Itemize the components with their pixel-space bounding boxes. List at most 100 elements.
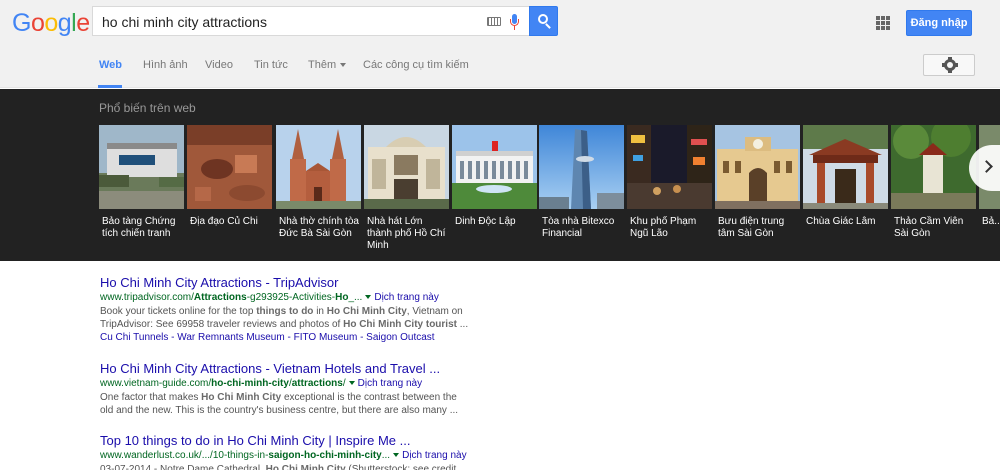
snippet-part: in bbox=[313, 306, 327, 317]
url-part: ... bbox=[381, 450, 391, 461]
snippet-part: One factor that makes bbox=[100, 392, 202, 403]
snippet-part: things to do bbox=[256, 306, 314, 317]
card-label: Chùa Giác Lâm bbox=[806, 216, 876, 227]
tab-video[interactable]: Video bbox=[205, 59, 233, 71]
settings-button[interactable] bbox=[923, 54, 975, 76]
logo-letter: g bbox=[57, 9, 72, 37]
carousel-card[interactable]: Địa đạo Củ Chi bbox=[187, 125, 272, 261]
tab-web[interactable]: Web bbox=[99, 59, 122, 71]
mic-icon[interactable] bbox=[510, 14, 519, 30]
snippet-part: Book your tickets online for the top bbox=[100, 306, 257, 317]
card-image bbox=[364, 125, 449, 209]
search-input[interactable]: ho chi minh city attractions bbox=[92, 6, 529, 36]
snippet-part: Ho Chi Minh City bbox=[201, 392, 282, 403]
result-url: www.wanderlust.co.uk/.../10-things-in-sa… bbox=[100, 449, 480, 463]
popular-carousel: Phổ biến trên web Bảo tàng Chứng tích ch… bbox=[0, 89, 1000, 261]
sign-in-button[interactable]: Đăng nhập bbox=[906, 10, 972, 36]
result-menu-arrow-icon[interactable] bbox=[393, 452, 400, 457]
card-label: Tòa nhà Bitexco Financial bbox=[542, 216, 615, 239]
url-part: / bbox=[342, 378, 346, 389]
logo-letter: o bbox=[30, 9, 45, 37]
card-label: Thảo Cầm Viên Sài Gòn bbox=[894, 216, 964, 239]
url-bold: Attractions bbox=[193, 292, 247, 303]
card-image bbox=[276, 125, 361, 209]
url-part: www.wanderlust.co.uk/.../10-things-in- bbox=[100, 450, 269, 461]
result-url: www.tripadvisor.com/Attractions-g293925-… bbox=[100, 291, 480, 305]
carousel-card[interactable]: Chùa Giác Lâm bbox=[803, 125, 888, 261]
card-label: Bưu điện trung tâm Sài Gòn bbox=[718, 216, 785, 239]
result-snippet: Book your tickets online for the top thi… bbox=[100, 305, 470, 331]
carousel-card[interactable]: Bưu điện trung tâm Sài Gòn bbox=[715, 125, 800, 261]
url-bold: ho-chi-minh-city bbox=[211, 378, 289, 389]
carousel-card[interactable]: Nhà thờ chính tòa Đức Bà Sài Gòn bbox=[276, 125, 361, 261]
card-label: Dinh Độc Lập bbox=[455, 216, 516, 227]
url-bold: attractions bbox=[291, 378, 343, 389]
card-image bbox=[539, 125, 624, 209]
url-part: -g293925-Activities- bbox=[246, 292, 336, 303]
gear-icon bbox=[942, 57, 958, 73]
url-part: www.vietnam-guide.com/ bbox=[100, 378, 212, 389]
card-image bbox=[187, 125, 272, 209]
translate-link[interactable]: Dịch trang này bbox=[358, 378, 422, 389]
carousel-card[interactable]: Bảo tàng Chứng tích chiến tranh bbox=[99, 125, 184, 261]
tab-news[interactable]: Tin tức bbox=[254, 59, 288, 71]
keyboard-icon[interactable] bbox=[487, 17, 501, 26]
card-label: Bảo tàng Chứng tích chiến tranh bbox=[102, 216, 176, 239]
google-logo[interactable]: Google bbox=[12, 9, 90, 38]
translate-link[interactable]: Dịch trang này bbox=[374, 292, 438, 303]
carousel-title: Phổ biến trên web bbox=[99, 101, 196, 115]
snippet-part: Ho Chi Minh City tourist bbox=[343, 319, 457, 330]
result-menu-arrow-icon[interactable] bbox=[348, 380, 355, 385]
card-label: Nhà thờ chính tòa Đức Bà Sài Gòn bbox=[279, 216, 359, 239]
translate-link[interactable]: Dịch trang này bbox=[402, 450, 466, 461]
carousel-card[interactable]: Tòa nhà Bitexco Financial bbox=[539, 125, 624, 261]
caret-down-icon bbox=[340, 63, 347, 68]
tab-more-label: Thêm bbox=[308, 59, 337, 71]
result-url: www.vietnam-guide.com/ho-chi-minh-city /a… bbox=[100, 377, 480, 391]
url-bold: saigon-ho-chi-minh-city bbox=[268, 450, 382, 461]
search-result: Ho Chi Minh City Attractions - TripAdvis… bbox=[100, 275, 480, 345]
top-bar: Google ho chi minh city attractions Đăng… bbox=[0, 0, 1000, 88]
carousel-card[interactable]: Thảo Cầm Viên Sài Gòn bbox=[891, 125, 976, 261]
card-image bbox=[891, 125, 976, 209]
card-image bbox=[627, 125, 712, 209]
snippet-part: Ho Chi Minh City bbox=[326, 306, 407, 317]
chevron-right-icon bbox=[980, 160, 993, 173]
search-result: Top 10 things to do in Ho Chi Minh City … bbox=[100, 433, 480, 470]
url-part: www.tripadvisor.com/ bbox=[100, 292, 194, 303]
tab-images[interactable]: Hình ảnh bbox=[143, 59, 188, 71]
card-image bbox=[99, 125, 184, 209]
carousel-card[interactable]: Khu phố Phạm Ngũ Lão bbox=[627, 125, 712, 261]
result-menu-arrow-icon[interactable] bbox=[365, 294, 372, 299]
card-label: Khu phố Phạm Ngũ Lão bbox=[630, 216, 697, 239]
snippet-part: Ho Chi Minh City bbox=[265, 464, 346, 470]
search-tabs: Web Hình ảnh Video Tin tức Thêm Các công… bbox=[0, 48, 1000, 88]
result-snippet: One factor that makes Ho Chi Minh City e… bbox=[100, 391, 470, 417]
search-button[interactable] bbox=[529, 6, 558, 36]
card-label: Nhà hát Lớn thành phố Hồ Chí Minh bbox=[367, 216, 446, 251]
snippet-part: 03-07-2014 - Notre Dame Cathedral, bbox=[100, 464, 266, 470]
card-image bbox=[803, 125, 888, 209]
logo-letter: e bbox=[76, 9, 90, 37]
result-sitelinks[interactable]: Cu Chi Tunnels - War Remnants Museum - F… bbox=[100, 331, 480, 345]
active-tab-indicator bbox=[98, 85, 122, 88]
logo-letter: o bbox=[44, 9, 58, 37]
url-bold: Ho bbox=[335, 292, 349, 303]
carousel-card[interactable]: Dinh Độc Lập bbox=[452, 125, 537, 261]
card-image bbox=[452, 125, 537, 209]
tab-more[interactable]: Thêm bbox=[308, 59, 347, 71]
card-label: Bả... bbox=[982, 216, 1000, 227]
search-query-text[interactable]: ho chi minh city attractions bbox=[102, 14, 267, 30]
result-title-link[interactable]: Ho Chi Minh City Attractions - TripAdvis… bbox=[100, 275, 480, 291]
card-image bbox=[715, 125, 800, 209]
result-title-link[interactable]: Top 10 things to do in Ho Chi Minh City … bbox=[100, 433, 480, 449]
apps-grid-icon[interactable] bbox=[876, 16, 890, 30]
card-label: Địa đạo Củ Chi bbox=[190, 216, 258, 227]
result-snippet: 03-07-2014 - Notre Dame Cathedral, Ho Ch… bbox=[100, 463, 470, 470]
snippet-part: ... bbox=[456, 319, 469, 330]
carousel-card[interactable]: Nhà hát Lớn thành phố Hồ Chí Minh bbox=[364, 125, 449, 261]
result-title-link[interactable]: Ho Chi Minh City Attractions - Vietnam H… bbox=[100, 361, 480, 377]
logo-letter: G bbox=[12, 9, 31, 37]
tab-search-tools[interactable]: Các công cụ tìm kiếm bbox=[363, 59, 469, 71]
search-result: Ho Chi Minh City Attractions - Vietnam H… bbox=[100, 361, 480, 417]
